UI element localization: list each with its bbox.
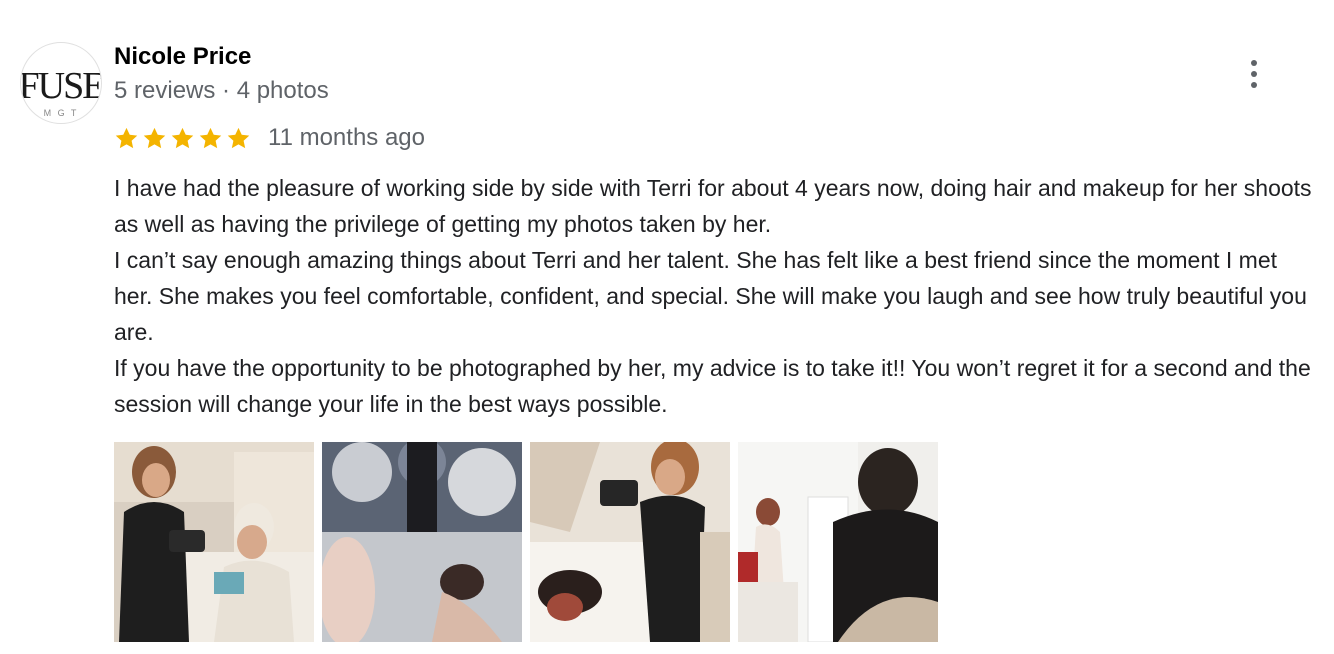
star-icon — [199, 127, 222, 148]
review-paragraph: I have had the pleasure of working side … — [114, 175, 1312, 237]
review-paragraph: If you have the opportunity to be photog… — [114, 355, 1311, 417]
more-vert-icon-dot — [1251, 82, 1257, 88]
review-photo[interactable] — [114, 442, 314, 642]
star-rating — [114, 126, 251, 151]
review-photo[interactable] — [738, 442, 938, 642]
star-icon — [143, 127, 166, 148]
star-icon — [115, 127, 138, 148]
more-vert-icon-dot — [1251, 71, 1257, 77]
review-card: FUSE M G T Nicole Price 5 reviews · 4 ph… — [0, 0, 1334, 654]
more-options-button[interactable] — [1236, 56, 1272, 92]
star-icon — [227, 127, 250, 148]
more-vert-icon — [1251, 60, 1257, 66]
review-photo[interactable] — [530, 442, 730, 642]
review-photo[interactable] — [322, 442, 522, 642]
review-date: 11 months ago — [268, 124, 425, 151]
review-paragraph: I can’t say enough amazing things about … — [114, 247, 1307, 345]
review-photos — [114, 442, 938, 642]
star-icon — [171, 127, 194, 148]
review-text: I have had the pleasure of working side … — [114, 170, 1319, 422]
reviewer-name[interactable]: Nicole Price — [114, 42, 251, 72]
fuse-logo: FUSE M G T — [21, 44, 101, 122]
svg-text:M G T: M G T — [44, 108, 79, 118]
svg-text:FUSE: FUSE — [21, 65, 101, 107]
reviewer-meta: 5 reviews · 4 photos — [114, 77, 329, 104]
avatar[interactable]: FUSE M G T — [20, 42, 102, 124]
rating-row: 11 months ago — [114, 122, 425, 154]
